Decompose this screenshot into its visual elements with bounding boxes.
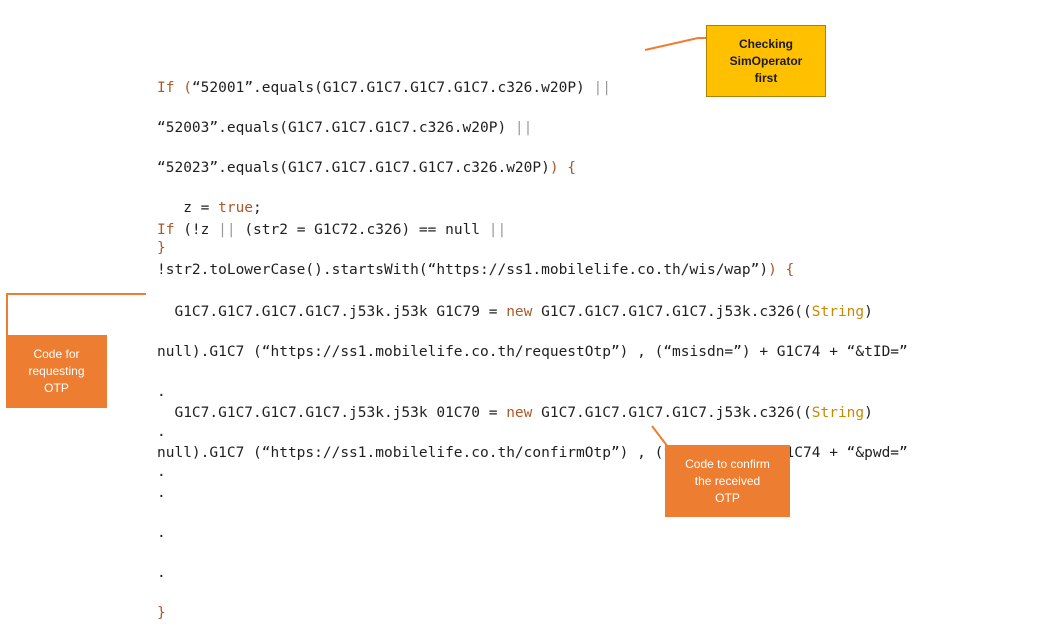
code-text: (!z — [174, 222, 219, 238]
callout-confirm-otp: Code to confirm the received OTP — [665, 445, 790, 517]
code-line: If (“52001”.equals(G1C7.G1C7.G1C7.G1C7.c… — [157, 78, 611, 98]
code-text: G1C7.G1C7.G1C7.G1C7.j53k.c326(( — [532, 304, 812, 320]
callout-text: Code for — [33, 347, 80, 361]
or-operator: || — [218, 222, 236, 238]
callout-text: requesting — [28, 364, 85, 378]
code-line: null).G1C7 (“https://ss1.mobilelife.co.t… — [157, 443, 908, 463]
callout-text: Code to confirm — [685, 456, 770, 471]
callout-text: the received — [694, 473, 761, 488]
code-text: G1C7.G1C7.G1C7.G1C7.j53k.c326(( — [532, 405, 812, 421]
code-line: null).G1C7 (“https://ss1.mobilelife.co.t… — [157, 342, 908, 362]
callout-sim-operator: Checking SimOperator first — [706, 25, 826, 97]
code-text: (str2 = G1C72.c326) == null — [235, 222, 489, 238]
code-line: “52003”.equals(G1C7.G1C7.G1C7.c326.w20P)… — [157, 118, 611, 138]
callout-text: SimOperator — [729, 53, 803, 68]
code-dot: . — [157, 525, 166, 541]
code-text: null).G1C7 (“https://ss1.mobilelife.co.t… — [157, 344, 629, 360]
code-dot: . — [157, 565, 166, 581]
keyword-new: new — [506, 304, 533, 320]
type-string: String — [811, 304, 865, 320]
callout-text: OTP — [44, 381, 69, 395]
code-text: , (“msisdn=”) + G1C74 + “&tID=” — [628, 344, 908, 360]
code-block-confirm-otp: G1C7.G1C7.G1C7.G1C7.j53k.j53k 01C70 = ne… — [157, 383, 908, 643]
callout-text: first — [754, 70, 778, 85]
code-text: “52003”.equals(G1C7.G1C7.G1C7.c326.w20P) — [157, 120, 507, 136]
code-text: G1C7.G1C7.G1C7.G1C7.j53k.j53k 01C70 = — [157, 405, 507, 421]
code-text: ) { — [768, 262, 795, 278]
code-text: ) { — [549, 160, 577, 176]
code-text: G1C7.G1C7.G1C7.G1C7.j53k.j53k G1C79 = — [157, 304, 507, 320]
or-operator: || — [488, 222, 507, 238]
code-line: “52023”.equals(G1C7.G1C7.G1C7.G1C7.c326.… — [157, 158, 611, 178]
code-line: !str2.toLowerCase().startsWith(“https://… — [157, 260, 794, 280]
code-text: !str2.toLowerCase().startsWith(“https://… — [157, 262, 769, 278]
code-line: G1C7.G1C7.G1C7.G1C7.j53k.j53k 01C70 = ne… — [157, 403, 908, 423]
paren: ( — [174, 80, 192, 96]
code-text: “52001”.equals(G1C7.G1C7.G1C7.G1C7.c326.… — [191, 80, 585, 96]
keyword-if: If — [157, 80, 175, 96]
connector-line-request — [6, 293, 146, 295]
callout-request-otp: Code for requesting OTP — [6, 335, 107, 408]
keyword-if: If — [157, 222, 175, 238]
keyword-new: new — [506, 405, 533, 421]
brace: } — [157, 605, 166, 621]
code-text: ) — [864, 304, 873, 320]
code-line: G1C7.G1C7.G1C7.G1C7.j53k.j53k G1C79 = ne… — [157, 302, 908, 322]
connector-line-request-vertical — [6, 293, 8, 335]
or-operator: || — [584, 80, 611, 96]
code-text: null).G1C7 (“https://ss1.mobilelife.co.t… — [157, 445, 629, 461]
code-line: If (!z || (str2 = G1C72.c326) == null || — [157, 220, 794, 240]
callout-text: OTP — [715, 490, 740, 505]
callout-text: Checking — [738, 36, 793, 51]
or-operator: || — [506, 120, 533, 136]
type-string: String — [811, 405, 865, 421]
code-text: “52023”.equals(G1C7.G1C7.G1C7.G1C7.c326.… — [157, 160, 550, 176]
code-dot: . — [157, 485, 166, 501]
code-text: ) — [864, 405, 873, 421]
connector-line-sim — [644, 37, 708, 51]
